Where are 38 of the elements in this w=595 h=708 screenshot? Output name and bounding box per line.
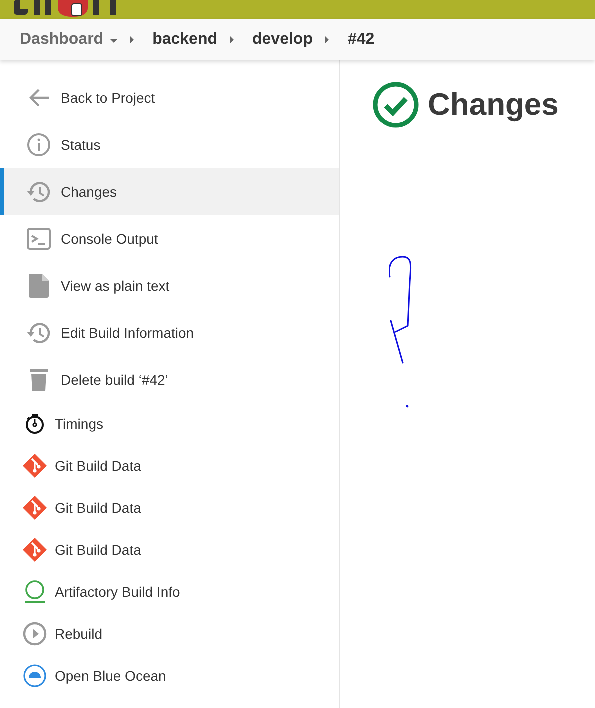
arrow-left-icon <box>28 88 50 108</box>
sidebar-item[interactable]: Open Blue Ocean <box>0 655 339 697</box>
ring-icon <box>24 580 46 604</box>
chevron-icon <box>130 36 134 44</box>
trash-icon <box>30 368 48 392</box>
history-icon <box>26 180 52 204</box>
sidebar-item[interactable]: Edit Build Information <box>0 309 339 356</box>
sidebar-item[interactable]: Git Build Data <box>0 487 339 529</box>
sidebar-item[interactable]: Git Build Data <box>0 529 339 571</box>
sidebar-item[interactable]: Status <box>0 121 339 168</box>
git-icon <box>23 454 47 478</box>
breadcrumb-link[interactable]: Dashboard <box>20 30 104 48</box>
sidebar-item[interactable]: Rebuild <box>0 613 339 655</box>
chevron-icon <box>324 36 329 44</box>
history-icon <box>26 320 52 344</box>
breadcrumb-link[interactable]: backend <box>152 30 218 48</box>
terminal-icon <box>27 228 51 250</box>
stopwatch-icon <box>25 414 45 434</box>
sidebar-item[interactable]: Timings <box>0 403 339 445</box>
git-icon <box>23 496 47 520</box>
info-icon <box>27 132 51 156</box>
annotation-dot <box>406 405 409 408</box>
git-icon <box>23 538 47 562</box>
sidebar-item[interactable]: Changes <box>0 168 339 215</box>
chevron-icon <box>230 36 234 44</box>
breadcrumb-link[interactable]: develop <box>252 30 313 48</box>
breadcrumb-link[interactable]: #42 <box>348 30 375 48</box>
sidebar-item[interactable]: View as plain text <box>0 262 339 309</box>
dropdown-caret-icon[interactable] <box>110 39 118 43</box>
sidebar-item[interactable]: Console Output <box>0 215 339 262</box>
sidebar-item[interactable]: Artifactory Build Info <box>0 571 339 613</box>
page-title: Changes <box>428 87 559 123</box>
circle-icon <box>23 664 47 688</box>
sidebar-item[interactable]: Git Build Data <box>0 445 339 487</box>
sidebar-item[interactable]: Delete build ‘#42’ <box>0 356 339 403</box>
sidebar-item[interactable]: Back to Project <box>0 74 339 121</box>
play-icon <box>23 622 47 646</box>
document-icon <box>29 274 49 298</box>
